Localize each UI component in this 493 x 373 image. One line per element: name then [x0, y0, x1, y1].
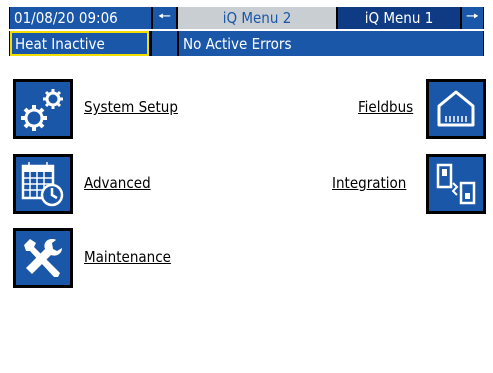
advanced-label[interactable]: Advanced: [84, 174, 151, 192]
integration-icon: [436, 163, 476, 205]
advanced-button[interactable]: [13, 154, 73, 214]
fieldbus-label[interactable]: Fieldbus: [358, 98, 413, 116]
network-port-icon: [437, 90, 475, 127]
status-indicator: [152, 31, 177, 56]
maintenance-button[interactable]: [13, 228, 73, 288]
prev-menu-arrow-icon[interactable]: 🠔: [153, 7, 176, 29]
maintenance-label[interactable]: Maintenance: [84, 248, 171, 266]
integration-label[interactable]: Integration: [332, 174, 406, 192]
system-setup-button[interactable]: [13, 79, 73, 139]
datetime-display: 01/08/20 09:06: [10, 7, 151, 29]
next-menu-arrow-icon[interactable]: 🠖: [462, 7, 483, 29]
wrench-screwdriver-icon: [24, 239, 62, 277]
heat-status-badge: Heat Inactive: [10, 31, 149, 56]
tab-iq-menu-2[interactable]: iQ Menu 2: [178, 7, 336, 29]
system-setup-label[interactable]: System Setup: [84, 98, 178, 116]
fieldbus-button[interactable]: [426, 79, 486, 139]
status-bar: 01/08/20 09:06 🠔 iQ Menu 2 iQ Menu 1 🠖: [9, 7, 484, 29]
integration-button[interactable]: [426, 154, 486, 214]
info-bar: Heat Inactive No Active Errors: [9, 31, 484, 56]
error-status: No Active Errors: [179, 31, 483, 56]
tab-iq-menu-1[interactable]: iQ Menu 1: [338, 7, 460, 29]
gears-icon: [21, 89, 63, 131]
calendar-clock-icon: [21, 162, 64, 207]
